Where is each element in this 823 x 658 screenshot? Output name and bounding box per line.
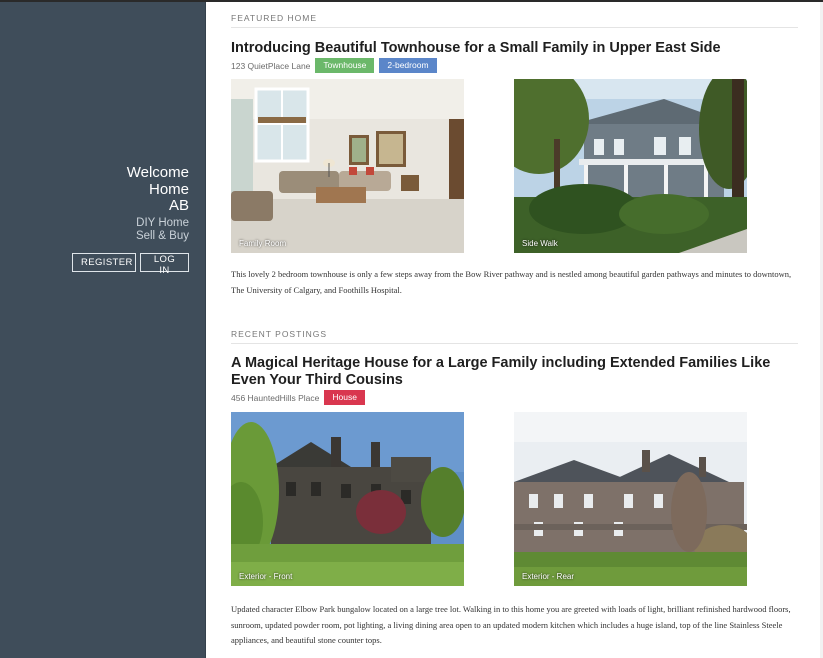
- photo-caption-exterior-front: Exterior - Front: [239, 572, 293, 581]
- photo-side-walk[interactable]: Side Walk: [514, 79, 747, 253]
- photo-caption-exterior-rear: Exterior - Rear: [522, 572, 575, 581]
- brand-line-home: Home: [148, 180, 189, 198]
- tagline-diy-home: DIY Home: [136, 216, 189, 229]
- photo-exterior-front[interactable]: Exterior - Front: [231, 412, 464, 586]
- family-room-image: [231, 79, 464, 253]
- featured-listing-title[interactable]: Introducing Beautiful Townhouse for a Sm…: [231, 40, 798, 57]
- recent-section-title: RECENT POSTINGS: [231, 329, 798, 344]
- site-brand[interactable]: Welcome Home AB DIY Home Sell & Buy: [126, 164, 189, 244]
- featured-section: FEATURED HOME Introducing Beautiful Town…: [231, 2, 798, 298]
- tag-house[interactable]: House: [324, 390, 365, 405]
- recent-listing-title[interactable]: A Magical Heritage House for a Large Fam…: [231, 355, 798, 389]
- recent-photos: Exterior - Front Exterior - Rear: [231, 412, 798, 586]
- side-walk-image: [514, 79, 747, 253]
- exterior-front-image: [231, 412, 464, 586]
- exterior-rear-image: [514, 412, 747, 586]
- featured-listing-description: This lovely 2 bedroom townhouse is only …: [231, 269, 792, 295]
- photo-family-room[interactable]: Family Room: [231, 79, 464, 253]
- login-button[interactable]: LOG IN: [140, 253, 189, 276]
- featured-listing-meta: 123 QuietPlace Lane Townhouse 2-bedroom: [231, 58, 798, 73]
- tagline-sell-buy: Sell & Buy: [135, 230, 189, 242]
- featured-section-title: FEATURED HOME: [231, 13, 798, 28]
- featured-listing-address: 123 QuietPlace Lane: [231, 60, 311, 71]
- recent-listing-meta: 456 HauntedHills Place House: [231, 390, 798, 405]
- brand-line-welcome: Welcome: [126, 164, 189, 181]
- photo-caption-side-walk: Side Walk: [522, 239, 558, 248]
- tag-townhouse[interactable]: Townhouse: [315, 58, 375, 73]
- recent-listing-description: Updated character Elbow Park bungalow lo…: [231, 604, 791, 645]
- tag-2-bedroom[interactable]: 2-bedroom: [379, 58, 437, 73]
- recent-section: RECENT POSTINGS A Magical Heritage House…: [231, 298, 798, 649]
- sidebar: Welcome Home AB DIY Home Sell & Buy REGI…: [0, 2, 206, 658]
- register-button[interactable]: REGISTER: [72, 253, 136, 272]
- featured-photos: Family Room Side Walk: [231, 79, 798, 253]
- recent-listing-address: 456 HauntedHills Place: [231, 392, 320, 403]
- photo-caption-family-room: Family Room: [239, 239, 287, 248]
- photo-exterior-rear[interactable]: Exterior - Rear: [514, 412, 747, 586]
- brand-line-ab: AB: [168, 197, 189, 214]
- auth-buttons: REGISTER LOG IN: [72, 253, 189, 276]
- main-content: FEATURED HOME Introducing Beautiful Town…: [231, 2, 798, 649]
